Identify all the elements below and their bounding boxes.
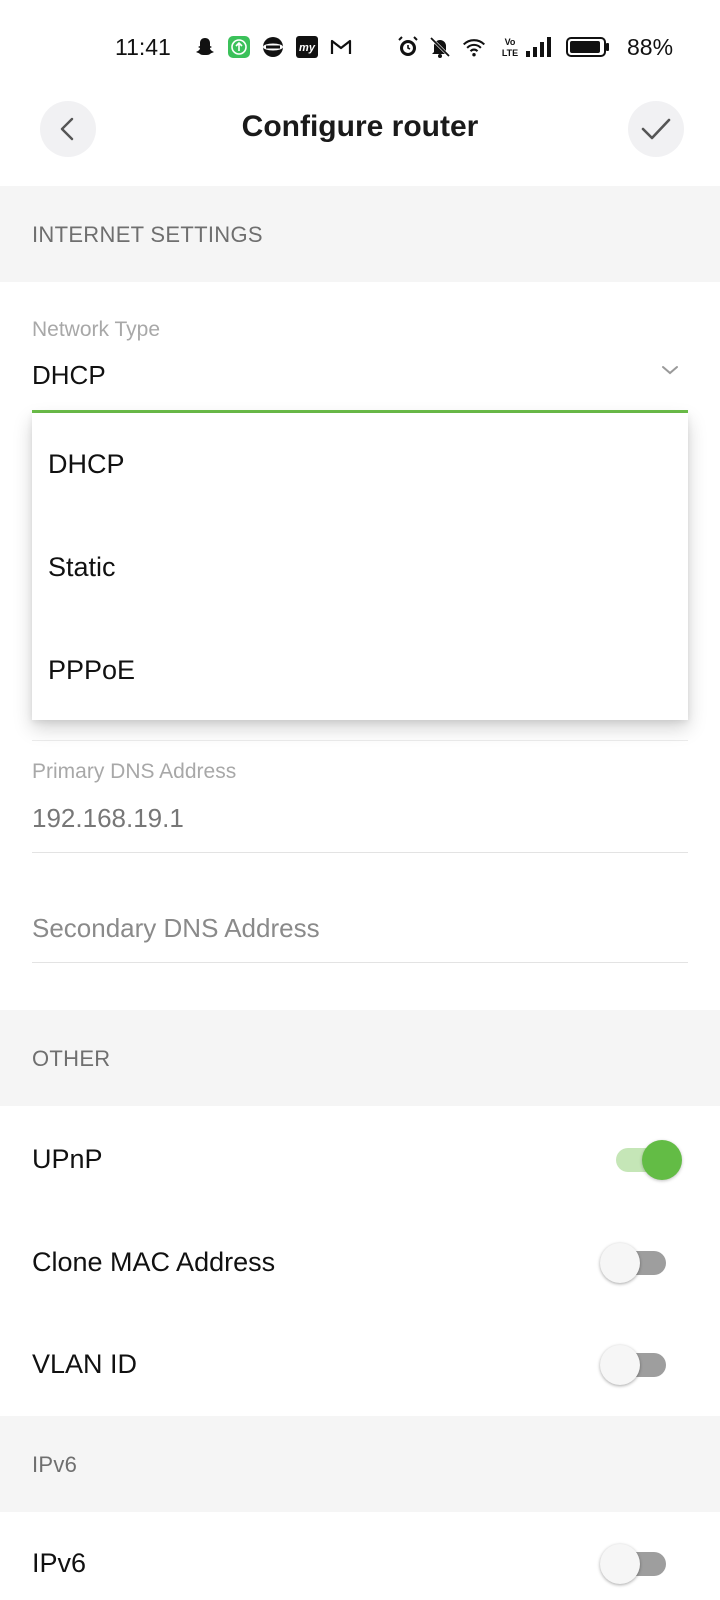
dropdown-option-static[interactable]: Static [48,552,116,583]
upnp-toggle[interactable] [612,1138,682,1182]
page-title: Configure router [241,110,479,143]
battery-percent: 88% [627,34,674,60]
status-time: 11:41 [115,34,171,60]
network-type-label: Network Type [32,318,160,341]
toggle-knob [600,1243,640,1283]
network-type-value[interactable]: DHCP [32,360,106,391]
section-header-other: OTHER [0,1010,720,1106]
divider [32,740,688,741]
wifi-icon [462,35,486,59]
primary-dns-input[interactable]: 192.168.19.1 [32,803,184,834]
status-bar: 11:41 my Vo LTE 88% [0,0,720,96]
secondary-dns-input[interactable]: Secondary DNS Address [32,913,320,944]
section-title: INTERNET SETTINGS [32,222,263,247]
primary-dns-underline [32,852,688,853]
signal-icon [524,35,554,59]
toggle-knob [600,1544,640,1584]
section-title: OTHER [32,1046,111,1071]
confirm-button[interactable] [628,101,684,157]
toggle-knob [600,1345,640,1385]
upload-app-icon [227,35,251,59]
chevron-down-icon[interactable] [658,358,682,382]
network-type-dropdown: DHCP Static PPPoE [32,413,688,720]
check-icon [641,118,671,140]
secondary-dns-underline [32,962,688,963]
mute-icon [428,35,452,59]
snapchat-icon [193,35,217,59]
dropdown-option-pppoe[interactable]: PPPoE [48,655,135,686]
alarm-icon [396,35,420,59]
toggle-knob [642,1140,682,1180]
vlan-id-toggle[interactable] [600,1343,670,1387]
svg-text:LTE: LTE [502,48,518,58]
battery-icon [565,35,611,59]
browser-app-icon [261,35,285,59]
ipv6-label: IPv6 [32,1548,87,1578]
app-header: Configure router [0,96,720,184]
vlan-id-label: VLAN ID [32,1349,138,1379]
clone-mac-label: Clone MAC Address [32,1247,276,1277]
primary-dns-label: Primary DNS Address [32,760,237,783]
volte-icon: Vo LTE [498,35,522,59]
upnp-label: UPnP [32,1144,103,1174]
gmail-icon [329,35,353,59]
ipv6-toggle[interactable] [600,1542,670,1586]
svg-text:Vo: Vo [505,37,516,47]
mj-app-icon: my [295,35,319,59]
section-header-internet: INTERNET SETTINGS [0,186,720,282]
section-header-ipv6: IPv6 [0,1416,720,1512]
dropdown-option-dhcp[interactable]: DHCP [48,449,125,480]
section-title: IPv6 [32,1452,78,1477]
clone-mac-toggle[interactable] [600,1241,670,1285]
svg-text:my: my [299,42,316,54]
